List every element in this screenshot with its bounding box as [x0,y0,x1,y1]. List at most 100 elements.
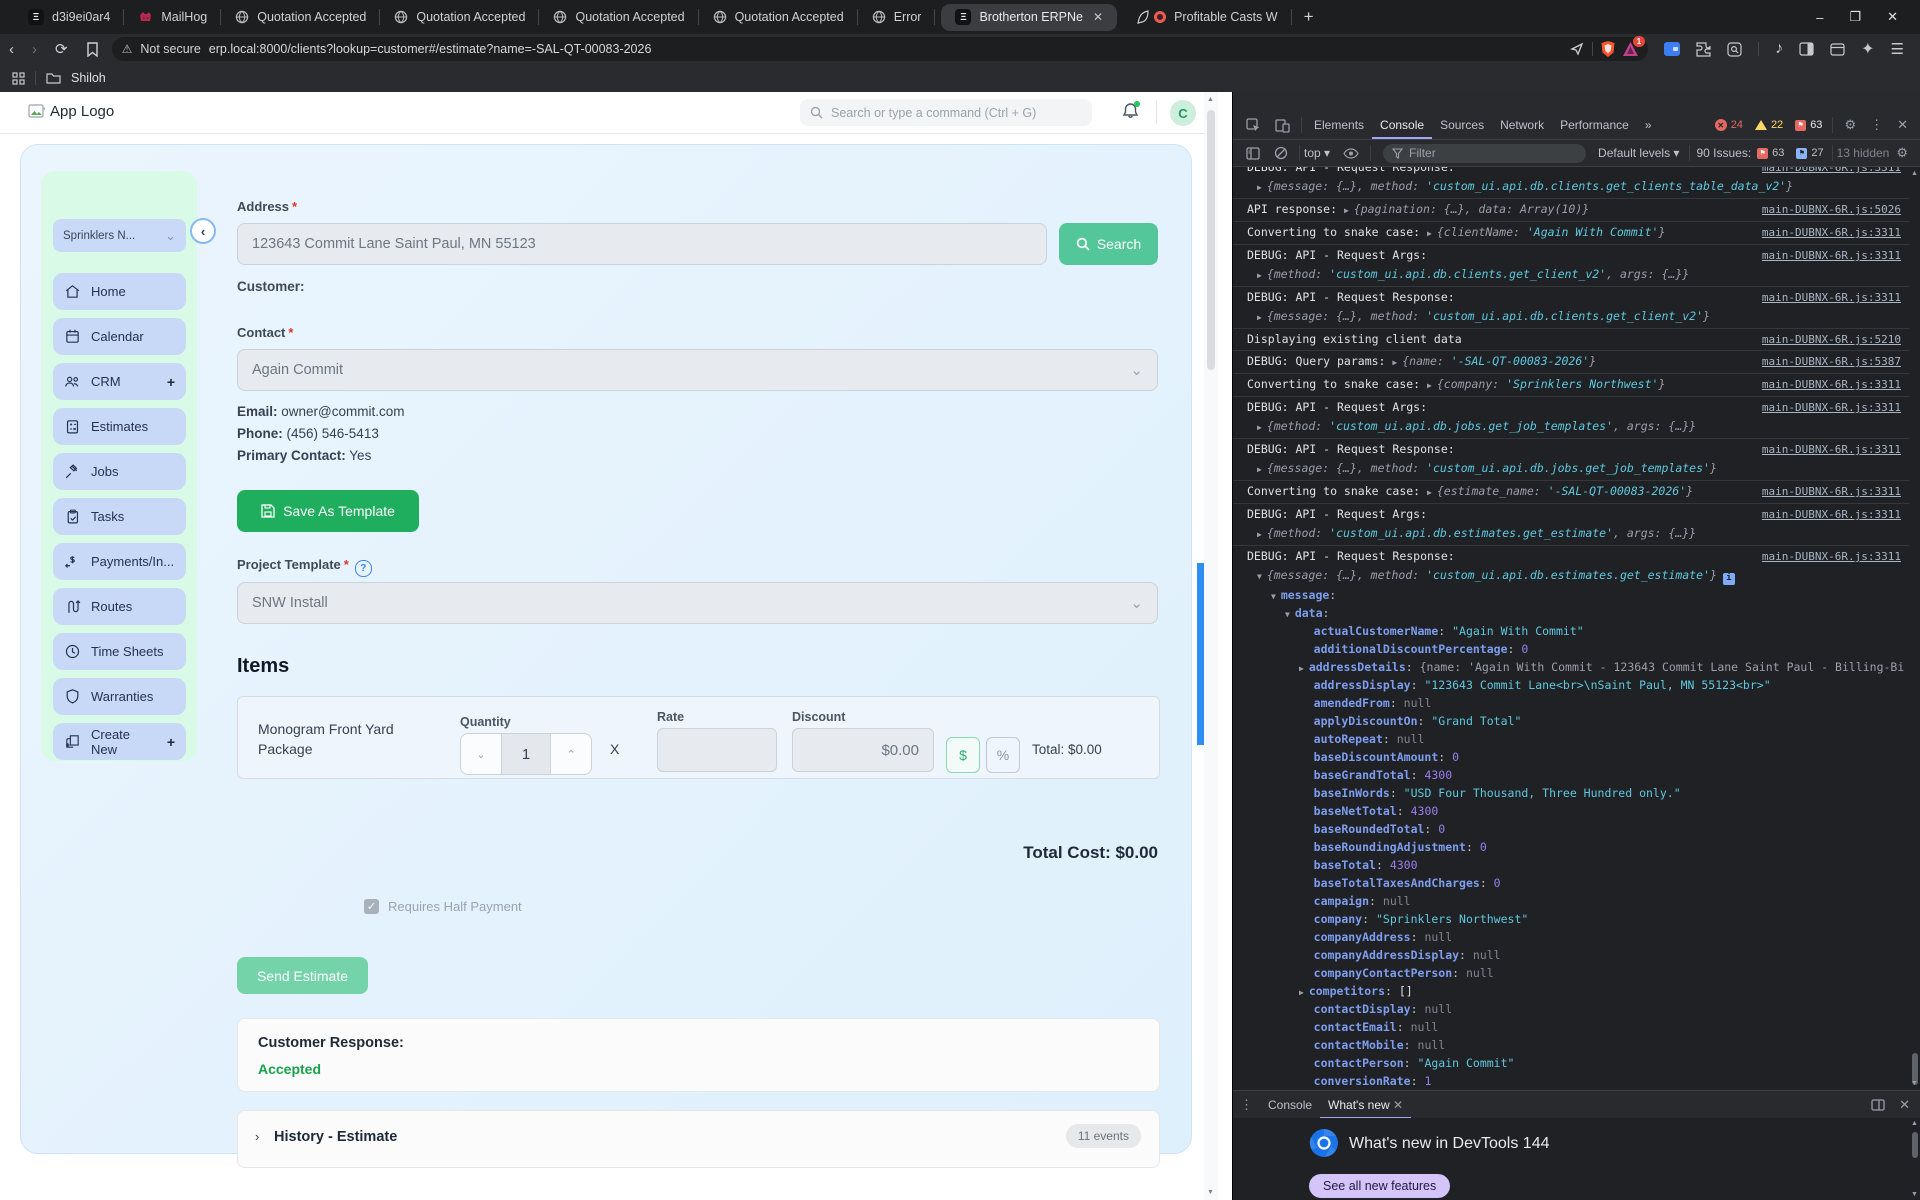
browser-tab-2[interactable]: Quotation Accepted [221,0,381,34]
issues-link[interactable]: 90 Issues: [1696,146,1751,160]
expand-plus-icon[interactable]: + [167,734,175,750]
devtools-kebab-menu-icon[interactable]: ⋮ [1863,117,1890,133]
save-as-template-button[interactable]: Save As Template [237,490,419,532]
object-property[interactable]: ▼ data: [1233,605,1909,623]
notifications-bell-icon[interactable] [1122,101,1140,120]
wallet-icon[interactable] [1664,42,1681,56]
console-log[interactable]: main-DUBNX-6R.js:3311 DEBUG: API - Reques… [1233,167,1909,1090]
devtools-tab-network[interactable]: Network [1492,111,1552,139]
console-context-select[interactable]: top ▾ [1304,146,1330,160]
sidebar-toggle-icon[interactable] [1799,42,1814,56]
discount-dollar-toggle[interactable]: $ [946,737,980,773]
browser-tab-4[interactable]: Quotation Accepted [539,0,699,34]
browser-tab-5[interactable]: Quotation Accepted [699,0,858,34]
see-all-features-button[interactable]: See all new features [1309,1174,1451,1198]
devtools-more-tabs-icon[interactable]: » [1637,111,1660,139]
scroll-up-icon[interactable]: ▲ [1207,96,1214,103]
browser-tab-0[interactable]: Ξd3i9ei0ar4 [14,0,125,34]
console-entry[interactable]: main-DUBNX-6R.js:3311 DEBUG: API - Reques… [1233,287,1909,329]
sidebar-item-time-sheets[interactable]: Time Sheets [53,633,186,670]
reload-icon[interactable]: ⟳ [46,40,77,58]
history-section[interactable]: › History - Estimate 11 events [237,1110,1160,1168]
expand-arrow-icon[interactable]: ▼ [1271,592,1276,601]
address-bar[interactable]: ⚠ Not secure erp.local:8000/clients?look… [111,36,1649,61]
expand-arrow-icon[interactable]: ▶ [1299,988,1304,997]
quantity-stepper[interactable]: ⌄ 1 ⌃ [460,733,592,775]
sidebar-item-tasks[interactable]: Tasks [53,498,186,535]
eye-icon[interactable] [1336,147,1366,159]
source-link[interactable]: main-DUBNX-6R.js:3311 [1762,248,1901,263]
discount-input[interactable]: $0.00 [792,728,934,772]
new-tab-button[interactable]: + [1292,7,1326,27]
info-icon[interactable]: i [1722,572,1735,585]
object-property[interactable]: ▶ competitors: [] [1233,983,1909,1001]
console-entry[interactable]: main-DUBNX-6R.js:3311 DEBUG: API - Reques… [1233,504,1909,546]
expand-arrow-icon[interactable]: ▶ [1427,488,1432,497]
tab-close-icon[interactable]: ✕ [1093,10,1103,24]
discount-percent-toggle[interactable]: % [986,737,1020,773]
window-restore-icon[interactable]: ❐ [1849,9,1861,25]
console-entry[interactable]: main-DUBNX-6R.js:3311 Converting to snake… [1233,222,1909,245]
inspect-element-icon[interactable] [1239,117,1268,133]
browser-tab-1[interactable]: MailHog [124,0,222,34]
source-link[interactable]: main-DUBNX-6R.js:3311 [1762,167,1901,175]
quantity-value[interactable]: 1 [501,734,551,774]
devtools-close-icon[interactable]: ✕ [1890,117,1915,133]
clear-console-icon[interactable] [1267,146,1295,160]
page-scrollbar-thumb[interactable] [1207,110,1215,370]
console-entry[interactable]: main-DUBNX-6R.js:3311 Converting to snake… [1233,481,1909,504]
expand-plus-icon[interactable]: + [167,374,175,390]
contact-select[interactable]: Again Commit ⌄ [237,349,1158,391]
sidebar-item-estimates[interactable]: Estimates [53,408,186,445]
half-payment-checkbox[interactable]: ✓ [364,899,379,914]
log-levels-select[interactable]: Default levels ▾ [1598,146,1679,160]
address-input[interactable]: 123643 Commit Lane Saint Paul, MN 55123 [237,223,1047,265]
source-link[interactable]: main-DUBNX-6R.js:3311 [1762,549,1901,564]
sidebar-item-warranties[interactable]: Warranties [53,678,186,715]
sidebar-item-crm[interactable]: CRM + [53,363,186,400]
sidebar-item-routes[interactable]: Routes [53,588,186,625]
browser-tab-3[interactable]: Quotation Accepted [380,0,540,34]
bookmark-ribbon-icon[interactable] [77,41,108,57]
object-property[interactable]: ▶ addressDetails: {name: 'Again With Comm… [1233,659,1909,677]
sidebar-item-jobs[interactable]: Jobs [53,453,186,490]
object-property[interactable]: ▼ message: [1233,587,1909,605]
drawer-tab-console[interactable]: Console [1260,1091,1320,1119]
expand-arrow-icon[interactable]: ▶ [1257,313,1262,322]
url-text[interactable]: erp.local:8000/clients?lookup=customer#/… [209,42,1562,56]
expand-arrow-icon[interactable]: ▼ [1257,572,1262,581]
send-estimate-button[interactable]: Send Estimate [237,957,368,994]
source-link[interactable]: main-DUBNX-6R.js:5026 [1762,202,1901,217]
console-entry[interactable]: main-DUBNX-6R.js:3311 DEBUG: API - Reques… [1233,167,1909,199]
hidden-messages-label[interactable]: 13 hidden [1837,146,1890,160]
sidebar-item-home[interactable]: Home [53,273,186,310]
address-search-button[interactable]: Search [1059,223,1158,265]
drawer-close-icon[interactable]: ✕ [1892,1097,1917,1113]
source-link[interactable]: main-DUBNX-6R.js:3311 [1762,225,1901,240]
brave-shield-icon[interactable] [1601,41,1615,57]
expand-arrow-icon[interactable]: ▶ [1257,271,1262,280]
devtools-settings-gear-icon[interactable]: ⚙ [1837,117,1863,133]
browser-tab-6[interactable]: Error [858,0,936,34]
chevron-right-icon[interactable]: › [255,1129,259,1144]
drawer-tab-close-icon[interactable]: ✕ [1393,1098,1403,1112]
app-logo[interactable]: App Logo [28,103,114,120]
devtools-tab-sources[interactable]: Sources [1432,111,1492,139]
source-link[interactable]: main-DUBNX-6R.js:3311 [1762,507,1901,522]
expand-arrow-icon[interactable]: ▶ [1257,183,1262,192]
expand-arrow-icon[interactable]: ▶ [1257,465,1262,474]
drawer-kebab-menu-icon[interactable]: ⋮ [1233,1097,1260,1113]
reading-list-icon[interactable] [1830,42,1845,56]
page-scrollbar[interactable]: ▲ ▼ [1204,92,1218,1200]
warning-counter[interactable]: 22 [1754,119,1783,131]
device-toolbar-icon[interactable] [1268,118,1297,133]
leo-sparkle-icon[interactable]: ✦ [1861,39,1874,59]
console-entry[interactable]: main-DUBNX-6R.js:5026 API response: ▶ {pag… [1233,199,1909,222]
console-entry[interactable]: main-DUBNX-6R.js:3311 DEBUG: API - Reques… [1233,546,1909,1090]
devtools-tab-performance[interactable]: Performance [1552,111,1637,139]
console-filter-input[interactable]: Filter [1383,143,1587,163]
browser-tab-8[interactable]: Profitable Casts W [1123,0,1292,34]
project-template-select[interactable]: SNW Install ⌄ [237,582,1158,624]
music-icon[interactable]: ♪ [1775,40,1783,58]
console-sidebar-icon[interactable] [1239,146,1267,160]
